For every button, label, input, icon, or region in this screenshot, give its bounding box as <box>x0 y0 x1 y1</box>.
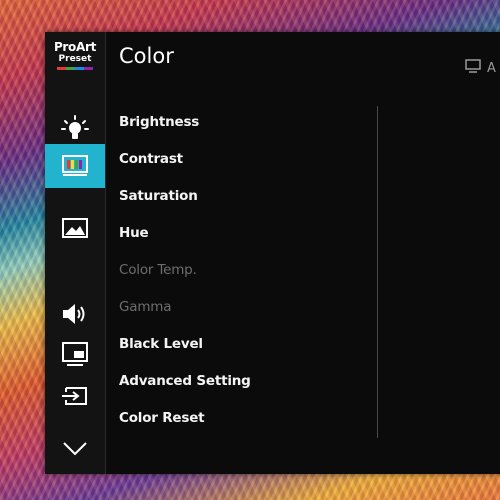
osd-menu-panel: ProArt Preset Color A Brightness Contras… <box>45 32 500 474</box>
menu-item-color-reset[interactable]: Color Reset <box>119 410 205 432</box>
chevron-down-icon <box>60 438 90 458</box>
brightness-icon <box>60 113 90 143</box>
header-right-label: A <box>487 60 496 76</box>
sidebar-item-image[interactable] <box>45 208 105 248</box>
menu-item-contrast[interactable]: Contrast <box>119 151 183 173</box>
menu-item-color-temp: Color Temp. <box>119 262 197 278</box>
menu-item-black-level[interactable]: Black Level <box>119 336 203 358</box>
pip-icon <box>60 340 90 368</box>
sidebar-item-pip[interactable] <box>45 334 105 374</box>
brand-color-stripe <box>57 67 93 70</box>
sidebar-item-color[interactable] <box>45 144 105 188</box>
menu-item-saturation[interactable]: Saturation <box>119 188 198 210</box>
input-select-icon <box>60 383 90 409</box>
image-icon <box>60 216 90 240</box>
menu-item-brightness[interactable]: Brightness <box>119 114 199 136</box>
proart-preset-logo[interactable]: ProArt Preset <box>45 40 105 82</box>
osd-sidebar: ProArt Preset <box>45 32 106 474</box>
desktop-background: ProArt Preset Color A Brightness Contras… <box>0 0 500 500</box>
sidebar-item-input-select[interactable] <box>45 376 105 416</box>
menu-item-advanced-setting[interactable]: Advanced Setting <box>119 373 251 395</box>
column-divider <box>377 106 378 438</box>
header-status: A <box>465 59 496 77</box>
brand-line2: Preset <box>58 54 92 64</box>
color-icon <box>60 153 90 179</box>
menu-item-hue[interactable]: Hue <box>119 225 149 247</box>
menu-item-gamma: Gamma <box>119 299 172 315</box>
monitor-icon <box>465 59 481 77</box>
sound-icon <box>60 301 90 327</box>
sidebar-item-sound[interactable] <box>45 294 105 334</box>
sidebar-item-more[interactable] <box>45 428 105 468</box>
brand-line1: ProArt <box>53 40 97 54</box>
page-title: Color <box>119 44 174 68</box>
sidebar-item-brightness[interactable] <box>45 108 105 148</box>
